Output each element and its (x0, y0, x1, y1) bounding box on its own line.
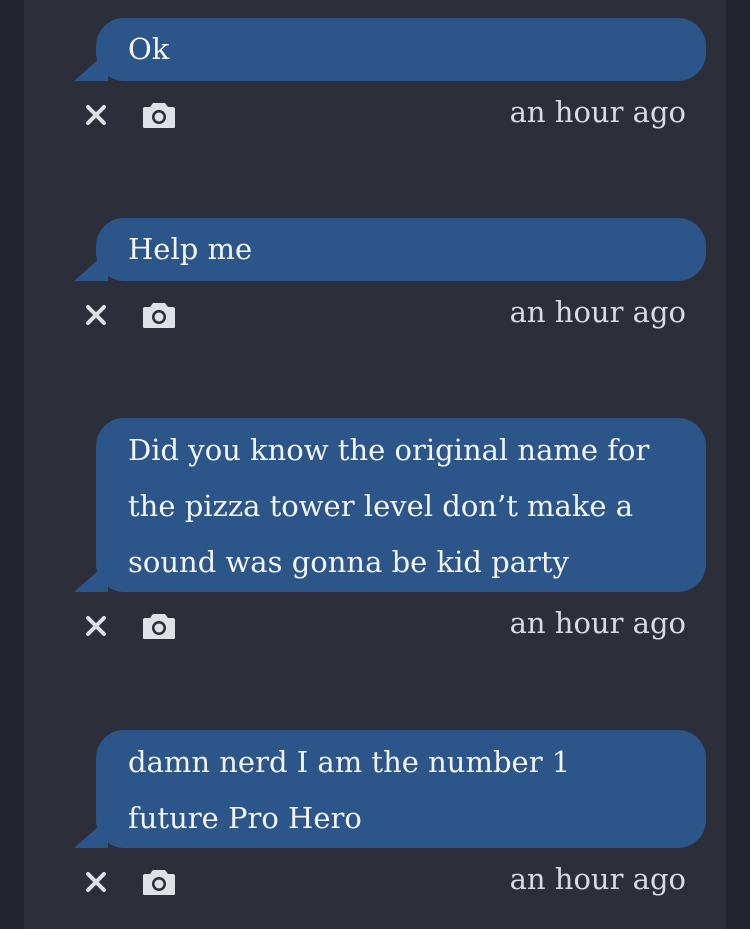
chat-column: Ok an hour ago Help me an hour ago Did y… (24, 0, 726, 929)
message-meta: an hour ago (72, 592, 706, 648)
message: damn nerd I am the number 1 future Pro H… (72, 730, 706, 904)
message-timestamp: an hour ago (509, 295, 686, 329)
message-meta: an hour ago (72, 848, 706, 904)
message-text-line: sound was gonna be kid party (128, 545, 569, 579)
message-bubble[interactable]: Ok (96, 18, 706, 81)
close-icon[interactable] (84, 303, 108, 327)
close-icon[interactable] (84, 870, 108, 894)
message: Help me an hour ago (72, 218, 706, 337)
message-timestamp: an hour ago (509, 95, 686, 129)
close-icon[interactable] (84, 614, 108, 638)
message-text-line: Did you know the original name for (128, 433, 650, 467)
message-text-line: the pizza tower level don’t make a (128, 489, 634, 523)
camera-icon[interactable] (142, 301, 176, 329)
camera-icon[interactable] (142, 868, 176, 896)
message-meta: an hour ago (72, 81, 706, 137)
camera-icon[interactable] (142, 612, 176, 640)
message: Ok an hour ago (72, 18, 706, 137)
message-text-line: future Pro Hero (128, 801, 362, 835)
message-text-line: damn nerd I am the number 1 (128, 745, 571, 779)
camera-icon[interactable] (142, 101, 176, 129)
message-bubble[interactable]: Help me (96, 218, 706, 281)
message: Did you know the original name for the p… (72, 418, 706, 648)
message-text-line: Help me (128, 232, 253, 266)
message-bubble[interactable]: damn nerd I am the number 1 future Pro H… (96, 730, 706, 848)
message-bubble[interactable]: Did you know the original name for the p… (96, 418, 706, 592)
message-timestamp: an hour ago (509, 606, 686, 640)
message-meta: an hour ago (72, 281, 706, 337)
message-timestamp: an hour ago (509, 862, 686, 896)
message-text-line: Ok (128, 32, 170, 66)
close-icon[interactable] (84, 103, 108, 127)
